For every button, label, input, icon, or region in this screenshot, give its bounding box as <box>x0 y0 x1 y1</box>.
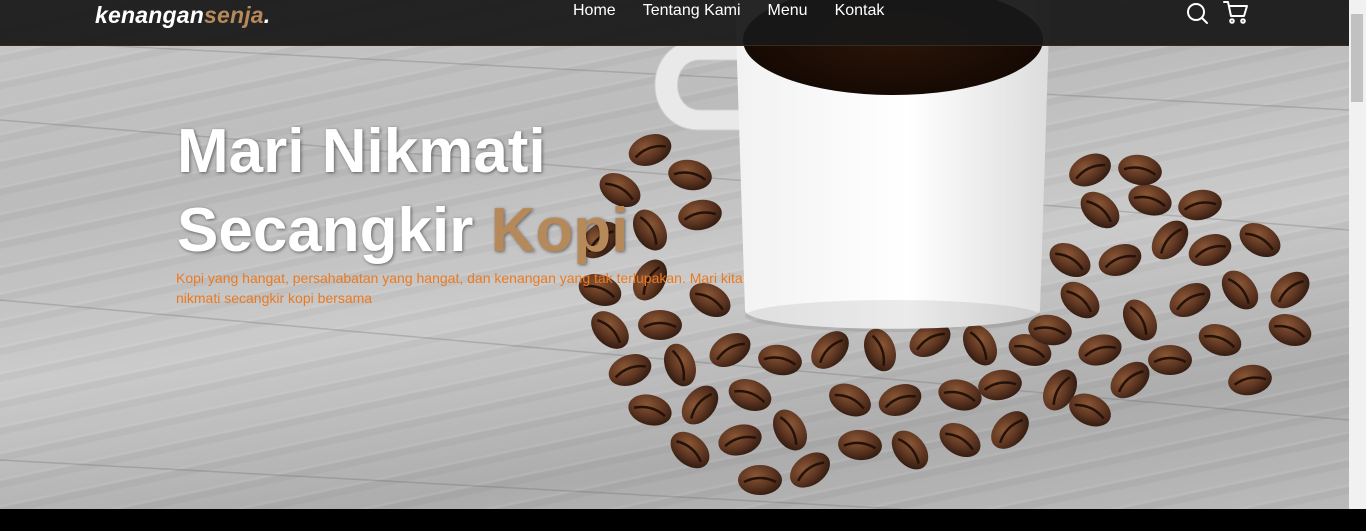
nav-link-kontak[interactable]: Kontak <box>835 0 885 22</box>
nav-link-home[interactable]: Home <box>573 0 616 22</box>
hero-section: Mari Nikmati Secangkir Kopi Kopi yang ha… <box>0 0 1349 509</box>
nav-links: Home Tentang Kami Menu Kontak <box>573 0 911 22</box>
hero-title-line2: Secangkir <box>177 196 491 265</box>
nav-link-menu[interactable]: Menu <box>768 0 808 22</box>
brand-name-dot: . <box>263 2 271 28</box>
nav-link-tentang-kami[interactable]: Tentang Kami <box>643 0 741 22</box>
hero-title-line1: Mari Nikmati <box>177 117 546 186</box>
hero-description: Kopi yang hangat, persahabatan yang hang… <box>176 270 743 306</box>
shopping-cart-icon[interactable] <box>1223 1 1248 25</box>
scrollbar-thumb[interactable] <box>1351 14 1363 102</box>
search-icon[interactable] <box>1185 1 1209 25</box>
navbar: kenangansenja. Home Tentang Kami Menu Ko… <box>0 0 1349 46</box>
vertical-scrollbar[interactable] <box>1349 0 1366 509</box>
nav-icons <box>1185 1 1248 25</box>
hero-title: Mari Nikmati Secangkir Kopi <box>177 112 737 270</box>
brand-logo[interactable]: kenangansenja. <box>95 2 270 29</box>
hero-title-accent: Kopi <box>490 196 629 265</box>
page-bottom-strip <box>0 509 1366 531</box>
brand-name-accent: senja <box>203 2 264 28</box>
brand-name-main: kenangan <box>95 2 204 28</box>
